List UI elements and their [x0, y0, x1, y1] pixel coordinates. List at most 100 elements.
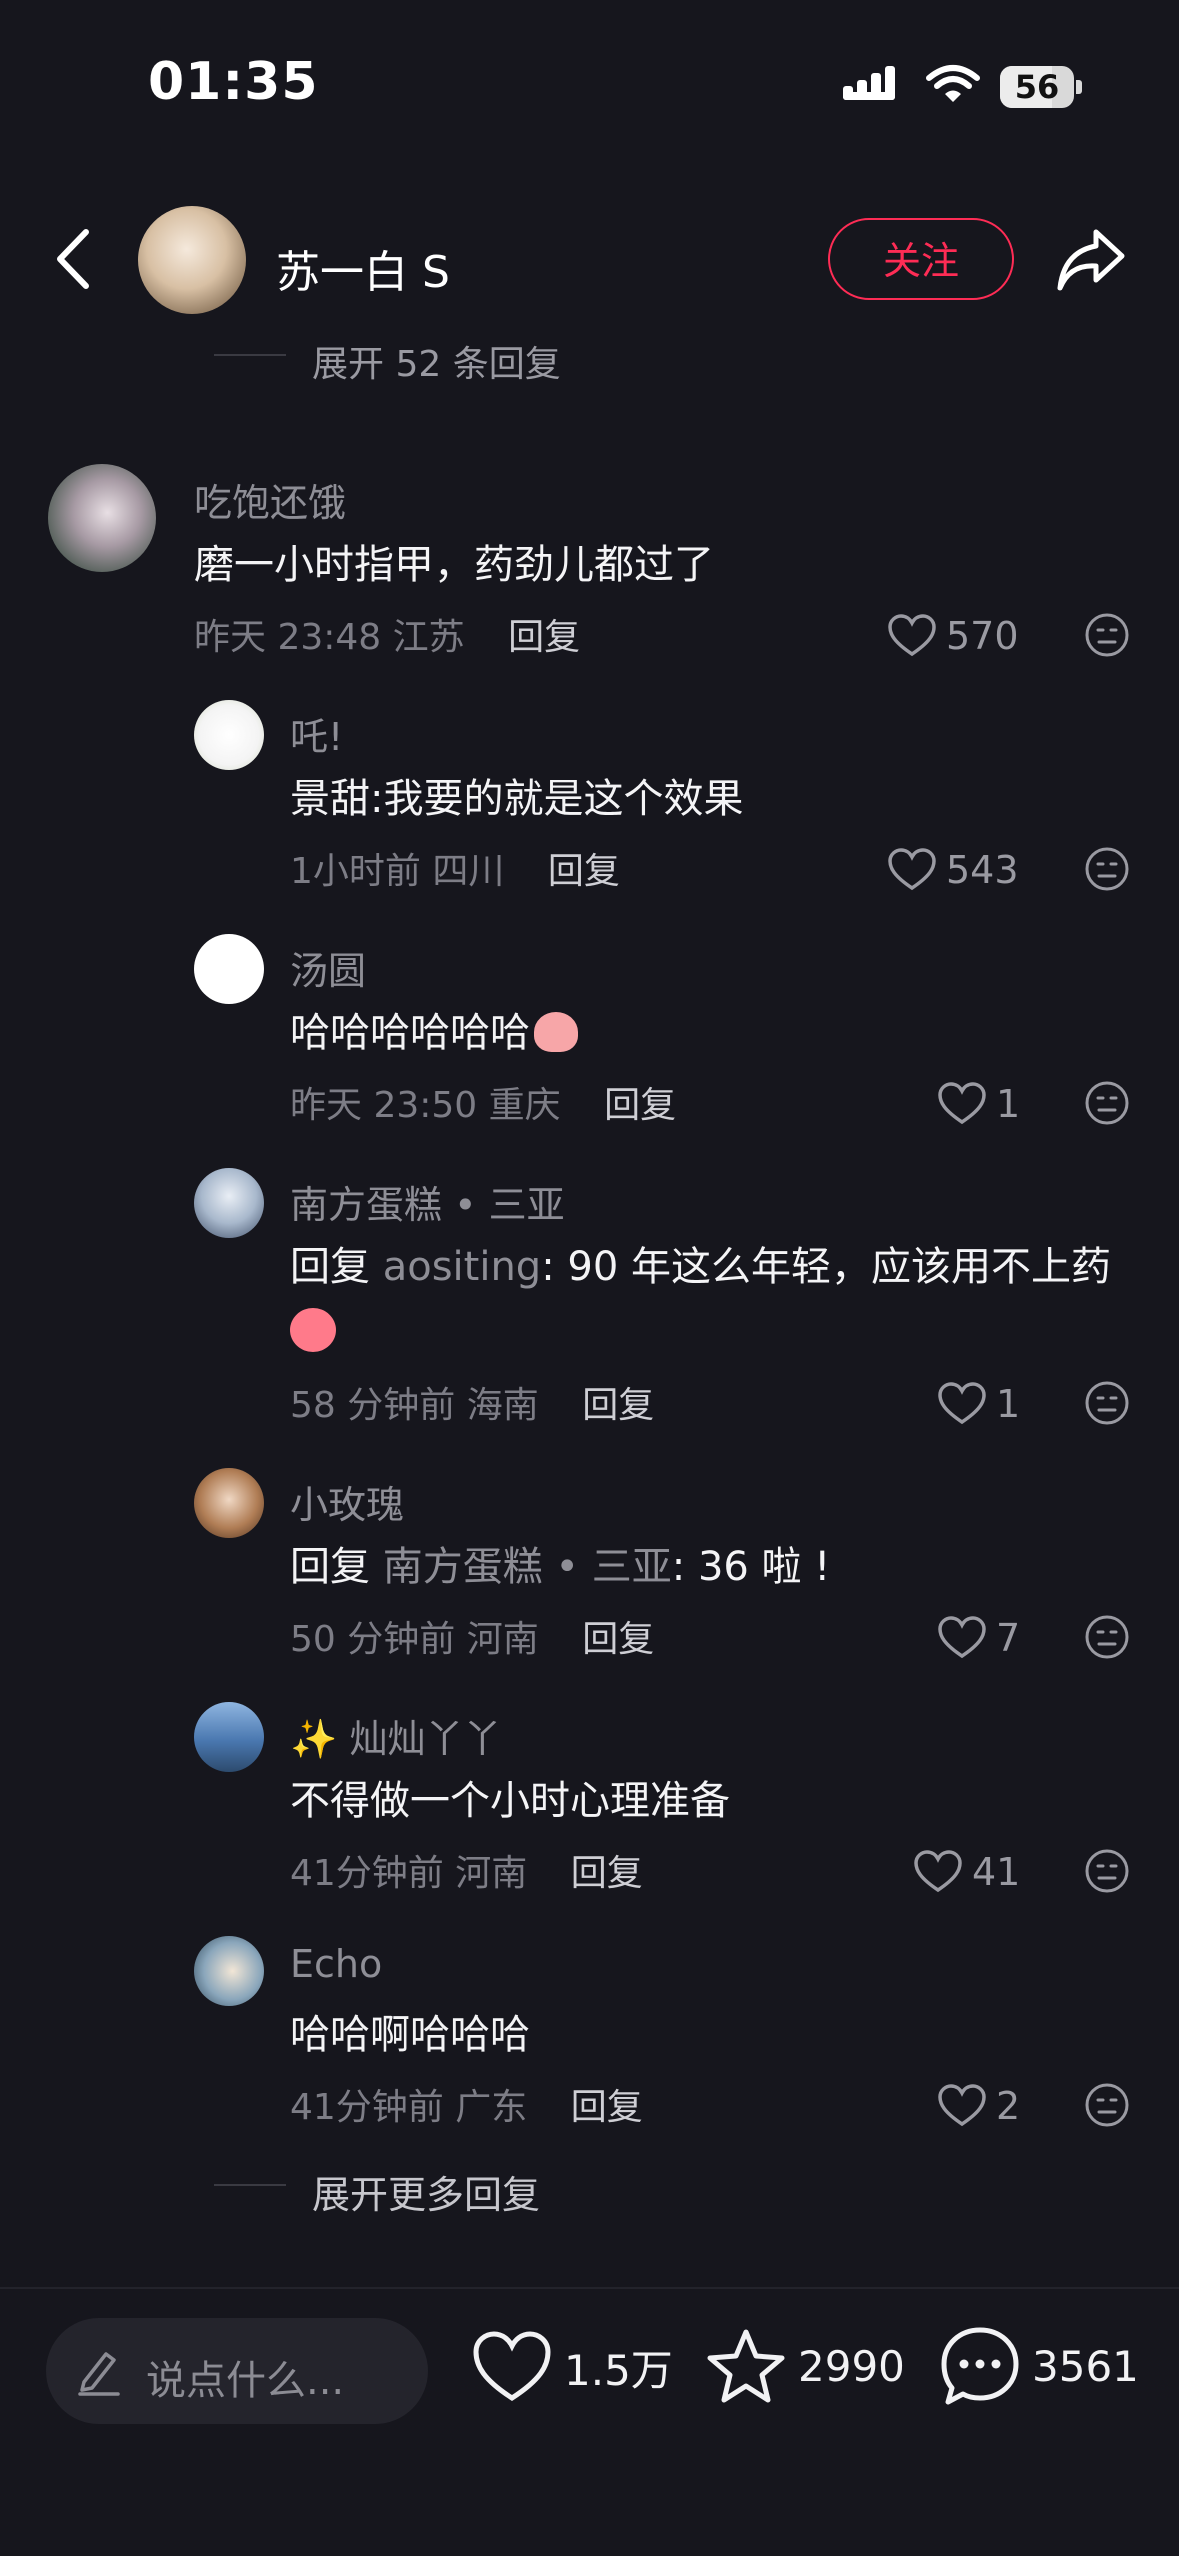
comment-location: 河南	[466, 1619, 539, 1660]
like-button[interactable]: 570	[888, 608, 1019, 664]
mention-link[interactable]: 南方蛋糕 • 三亚	[383, 1544, 672, 1590]
comment-meta: 50 分钟前 河南 回复	[290, 1610, 654, 1662]
like-button[interactable]: 2	[938, 2078, 1020, 2134]
like-count: 2	[996, 2084, 1021, 2128]
comment-author[interactable]: Echo	[290, 1942, 382, 1986]
dislike-face-icon[interactable]	[1084, 1848, 1130, 1894]
avatar[interactable]	[194, 1468, 264, 1538]
like-button[interactable]: 543	[888, 842, 1019, 898]
author-avatar[interactable]	[138, 206, 246, 314]
avatar[interactable]	[48, 464, 156, 572]
heart-icon	[938, 1382, 986, 1425]
comment-meta: 昨天 23:50 重庆 回复	[290, 1076, 676, 1128]
comment-meta: 58 分钟前 海南 回复	[290, 1376, 654, 1428]
expand-more-replies-link[interactable]: 展开更多回复	[312, 2164, 540, 2219]
avatar[interactable]	[194, 700, 264, 770]
comment-bubble-icon	[941, 2327, 1019, 2405]
avatar[interactable]	[194, 1702, 264, 1772]
star-icon	[707, 2329, 785, 2403]
comment-time: 昨天 23:48	[194, 617, 382, 658]
like-count: 7	[996, 1616, 1021, 1660]
comment-meta: 昨天 23:48 江苏 回复	[194, 608, 580, 660]
comment-meta: 41分钟前 河南 回复	[290, 1844, 643, 1896]
dislike-face-icon[interactable]	[1084, 846, 1130, 892]
edit-icon	[78, 2352, 120, 2396]
thumbs-up-emoji-icon	[534, 1012, 578, 1052]
like-count: 41	[972, 1850, 1021, 1894]
favorite-count: 2990	[798, 2341, 905, 2391]
comment-input-placeholder[interactable]: 说点什么...	[146, 2348, 344, 2406]
reply-prefix: 回复	[290, 1244, 370, 1290]
comment-location: 广东	[455, 2087, 528, 2128]
comment-text: 回复 南方蛋糕 • 三亚: 36 啦 !	[290, 1534, 830, 1600]
comment-location: 江苏	[392, 617, 465, 658]
divider	[214, 354, 286, 356]
like-button[interactable]: 41	[914, 1844, 1020, 1900]
comment-location: 重庆	[488, 1085, 561, 1126]
like-count: 543	[946, 848, 1019, 892]
battery-icon: 56	[1000, 66, 1084, 108]
avatar[interactable]	[194, 1936, 264, 2006]
reply-button[interactable]: 回复	[582, 1619, 654, 1660]
like-video-button[interactable]: 1.5万	[472, 2330, 673, 2404]
avatar[interactable]	[194, 934, 264, 1004]
comments-button[interactable]: 3561	[940, 2326, 1139, 2406]
dislike-face-icon[interactable]	[1084, 2082, 1130, 2128]
reply-button[interactable]: 回复	[582, 1385, 654, 1426]
like-count: 1	[996, 1382, 1021, 1426]
dislike-face-icon[interactable]	[1084, 1380, 1130, 1426]
comment-location: 河南	[455, 1853, 528, 1894]
reply-prefix: 回复	[290, 1544, 370, 1590]
laughing-emoji-icon	[290, 1308, 336, 1352]
like-count: 570	[946, 614, 1019, 658]
comment-author[interactable]: 小玫瑰	[290, 1474, 404, 1529]
expand-replies-link[interactable]: 展开 52 条回复	[312, 335, 561, 387]
comment-text-body: : 90 年这么年轻，应该用不上药	[541, 1244, 1112, 1290]
comment-author[interactable]: 吒!	[290, 706, 343, 761]
comment-author[interactable]: 吃饱还饿	[194, 472, 346, 527]
comment-time: 41分钟前	[290, 1853, 444, 1894]
comment-text-body: : 36 啦 !	[671, 1544, 831, 1590]
follow-button[interactable]: 关注	[828, 218, 1014, 300]
avatar[interactable]	[194, 1168, 264, 1238]
comment-author[interactable]: 汤圆	[290, 940, 366, 995]
comment-time: 50 分钟前	[290, 1619, 456, 1660]
divider	[214, 2184, 286, 2186]
status-time: 01:35	[148, 52, 319, 112]
heart-icon	[888, 614, 936, 657]
dislike-face-icon[interactable]	[1084, 612, 1130, 658]
share-icon[interactable]	[1056, 226, 1126, 292]
back-icon[interactable]	[52, 228, 92, 290]
comment-author[interactable]: 南方蛋糕 • 三亚	[290, 1174, 565, 1229]
comment-location: 海南	[466, 1385, 539, 1426]
like-button[interactable]: 7	[938, 1610, 1020, 1666]
comment-text: 磨一小时指甲，药劲儿都过了	[194, 542, 714, 588]
author-name[interactable]: 苏一白 S	[276, 236, 450, 300]
comment-text: 不得做一个小时心理准备	[290, 1778, 730, 1824]
reply-button[interactable]: 回复	[604, 1085, 676, 1126]
comment-text-body: 哈哈哈哈哈哈	[290, 1010, 530, 1056]
reply-button[interactable]: 回复	[571, 2087, 643, 2128]
heart-icon	[938, 1082, 986, 1125]
like-button[interactable]: 1	[938, 1376, 1020, 1432]
heart-icon	[938, 1616, 986, 1659]
dislike-face-icon[interactable]	[1084, 1614, 1130, 1660]
heart-icon	[914, 1850, 962, 1893]
wifi-icon	[926, 65, 980, 102]
comment-text: 景甜:我要的就是这个效果	[290, 776, 744, 822]
comment-time: 41分钟前	[290, 2087, 444, 2128]
comment-location: 四川	[432, 851, 505, 892]
like-count: 1	[996, 1082, 1021, 1126]
reply-button[interactable]: 回复	[548, 851, 620, 892]
comment-author[interactable]: ✨ 灿灿丫丫	[290, 1708, 501, 1763]
mention-link[interactable]: aositing	[383, 1244, 541, 1290]
divider	[0, 2287, 1179, 2289]
reply-button[interactable]: 回复	[571, 1853, 643, 1894]
favorite-button[interactable]: 2990	[706, 2328, 905, 2404]
video-like-count: 1.5万	[564, 2345, 673, 2395]
comment-text: 哈哈啊哈哈哈	[290, 2012, 530, 2058]
dislike-face-icon[interactable]	[1084, 1080, 1130, 1126]
signal-icon	[843, 66, 895, 100]
like-button[interactable]: 1	[938, 1076, 1020, 1132]
reply-button[interactable]: 回复	[508, 617, 580, 658]
